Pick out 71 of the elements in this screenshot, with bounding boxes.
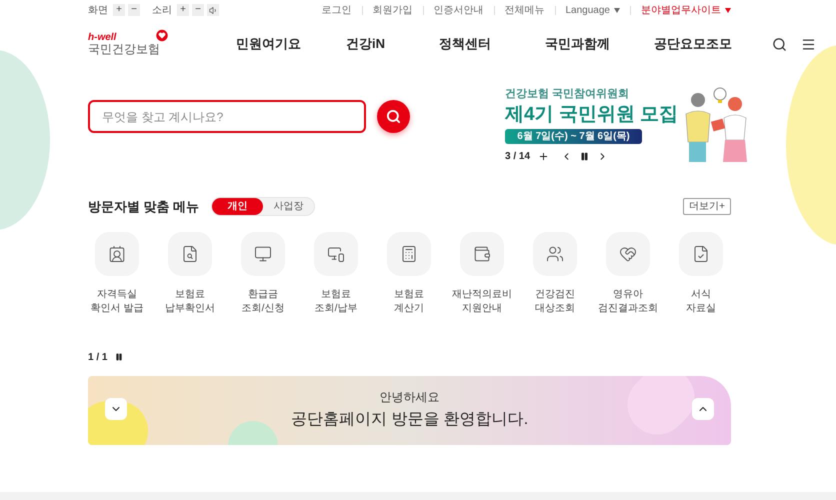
welcome-message: 공단홈페이지 방문을 환영합니다. bbox=[290, 410, 528, 430]
search-button[interactable] bbox=[377, 100, 410, 133]
menu-item-icon-tile[interactable] bbox=[168, 232, 212, 276]
logo-text: 국민건강보험 bbox=[88, 43, 160, 56]
wallet-icon bbox=[473, 244, 491, 262]
utility-link[interactable]: 회원가입 bbox=[372, 2, 412, 18]
logo-tagline: h-well bbox=[88, 32, 118, 43]
nav-link[interactable]: 국민과함께 bbox=[545, 34, 610, 54]
id-card-icon bbox=[108, 244, 126, 262]
pause-icon[interactable] bbox=[115, 353, 124, 361]
menu-item-icon-tile[interactable] bbox=[314, 232, 358, 276]
promo-subtitle: 건강보험 국민참여위원회 bbox=[505, 87, 630, 102]
menu-item-icon-tile[interactable] bbox=[387, 232, 431, 276]
search-field[interactable]: 무엇을 찾고 계시나요? bbox=[88, 100, 366, 133]
menu-item-icon-tile[interactable] bbox=[533, 232, 577, 276]
calculator-icon bbox=[400, 244, 418, 262]
menu-item-label[interactable]: 영유아 검진결과조회 bbox=[598, 288, 658, 316]
search-icon[interactable] bbox=[772, 36, 787, 52]
people-icon bbox=[546, 244, 564, 262]
control-label: 화면 bbox=[88, 4, 108, 18]
utility-link[interactable]: 인증서안내 bbox=[434, 2, 484, 18]
expand-button[interactable] bbox=[105, 398, 127, 420]
menu-item-label[interactable]: 건강검진 대상조회 bbox=[535, 288, 575, 316]
menu-item-icon-tile[interactable] bbox=[679, 232, 723, 276]
menu-item-icon-tile[interactable] bbox=[241, 232, 285, 276]
utility-link[interactable]: 전체메뉴 bbox=[504, 2, 544, 18]
size-button[interactable]: − bbox=[192, 4, 204, 16]
size-button[interactable]: + bbox=[113, 4, 125, 16]
caret-icon bbox=[725, 8, 731, 12]
document-search-icon bbox=[181, 244, 199, 262]
size-button[interactable]: + bbox=[177, 4, 189, 16]
plus-icon[interactable] bbox=[538, 150, 550, 162]
menu-item-icon-tile[interactable] bbox=[460, 232, 504, 276]
search-icon bbox=[386, 109, 401, 124]
section-title: 방문자별 맞춤 메뉴 bbox=[88, 198, 200, 216]
slide-counter: 1 / 1 bbox=[88, 350, 108, 364]
control-label: 소리 bbox=[152, 4, 172, 18]
monitor-icon bbox=[254, 244, 272, 262]
menu-item-icon-tile[interactable] bbox=[606, 232, 650, 276]
pause-icon[interactable] bbox=[580, 152, 590, 160]
utility-link[interactable]: Language bbox=[566, 2, 620, 18]
speaker-icon[interactable] bbox=[207, 4, 219, 16]
menu-item-icon-tile[interactable] bbox=[95, 232, 139, 276]
menu-item-label[interactable]: 재난적의료비 지원안내 bbox=[452, 288, 512, 316]
nav-link[interactable]: 민원여기요 bbox=[236, 34, 301, 54]
document-check-icon bbox=[692, 244, 710, 262]
menu-item-label[interactable]: 보험료 조회/납부 bbox=[314, 288, 358, 316]
visitor-tab[interactable]: 개인 bbox=[212, 198, 264, 216]
slide-counter: 3 / 14 bbox=[505, 150, 530, 164]
search-input[interactable]: 무엇을 찾고 계시나요? bbox=[102, 108, 352, 126]
size-button[interactable]: − bbox=[128, 4, 140, 16]
greeting-text: 안녕하세요 bbox=[380, 389, 440, 406]
more-button[interactable]: 더보기+ bbox=[683, 198, 731, 216]
caret-icon bbox=[614, 8, 620, 12]
menu-item-label[interactable]: 보험료 납부확인서 bbox=[165, 288, 215, 316]
menu-item-label[interactable]: 서식 자료실 bbox=[686, 288, 716, 316]
menu-item-label[interactable]: 환급금 조회/신청 bbox=[242, 288, 284, 316]
monitor-phone-icon bbox=[327, 244, 345, 262]
heart-hands-icon bbox=[619, 244, 637, 262]
visitor-tab[interactable]: 사업장 bbox=[263, 198, 314, 216]
menu-item-label[interactable]: 보험료 계산기 bbox=[394, 288, 424, 316]
menu-icon[interactable] bbox=[801, 36, 816, 52]
promo-title: 제4기 국민위원 모집 bbox=[505, 102, 678, 126]
nav-link[interactable]: 정책센터 bbox=[439, 34, 491, 54]
collapse-button[interactable] bbox=[692, 398, 714, 420]
utility-link[interactable]: 로그인 bbox=[322, 2, 352, 18]
utility-link[interactable]: 분야별업무사이트 bbox=[641, 2, 731, 18]
nav-link[interactable]: 공단요모조모 bbox=[654, 34, 732, 54]
menu-item-label[interactable]: 자격득실 확인서 발급 bbox=[90, 288, 144, 316]
nav-link[interactable]: 건강iN bbox=[346, 34, 385, 54]
promo-dates: 6월 7일(수) ~ 7월 6일(목) bbox=[505, 128, 642, 144]
